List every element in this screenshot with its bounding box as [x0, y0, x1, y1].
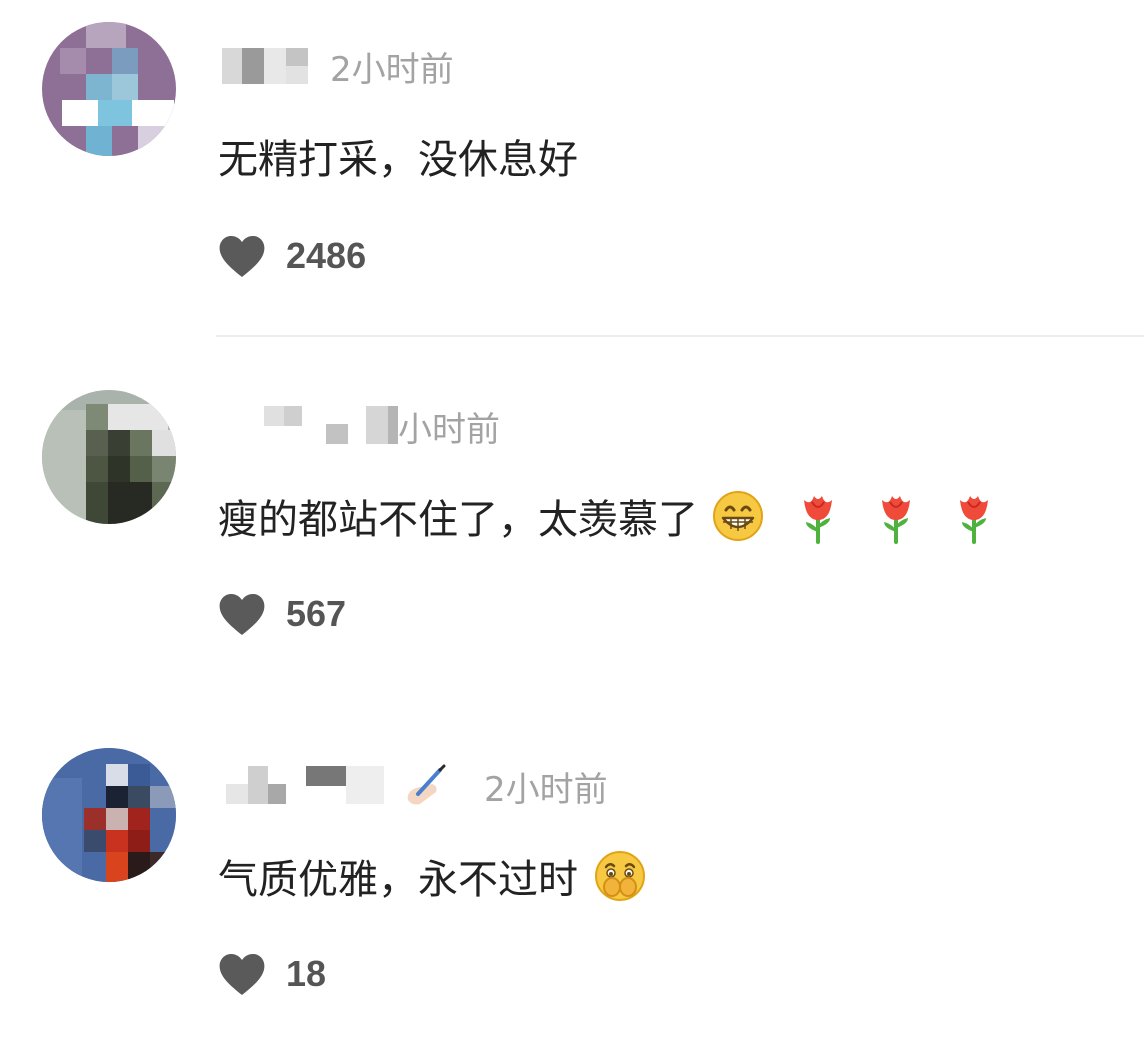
- covered-mouth-emoji: [595, 851, 645, 901]
- like-count: 2486: [286, 235, 367, 276]
- avatar[interactable]: [42, 390, 176, 524]
- like-button[interactable]: 18: [218, 950, 326, 998]
- comment-text-content: 瘦的都站不住了，太羡慕了: [218, 497, 698, 543]
- avatar[interactable]: [42, 748, 176, 882]
- comment-text: 气质优雅，永不过时: [218, 848, 648, 904]
- username[interactable]: [218, 404, 398, 448]
- grin-emoji: [713, 491, 763, 541]
- heart-icon: [219, 954, 265, 995]
- comment-text: 瘦的都站不住了，太羡慕了: [218, 488, 1000, 544]
- comment-time: 2小时前: [484, 769, 608, 810]
- rose-emoji: [960, 496, 988, 544]
- comment-time: 2小时前: [330, 49, 454, 90]
- comment-meta: 小时前: [218, 404, 500, 450]
- comment-meta: 2小时前: [218, 764, 608, 810]
- rose-emoji: [804, 496, 832, 544]
- writing-hand-icon: [407, 764, 446, 805]
- heart-icon: [219, 236, 265, 277]
- like-button[interactable]: 2486: [218, 232, 366, 280]
- username[interactable]: [218, 44, 322, 88]
- rose-emoji: [882, 496, 910, 544]
- comment-meta: 2小时前: [218, 44, 454, 90]
- username[interactable]: [218, 764, 388, 808]
- like-count: 567: [286, 593, 347, 634]
- like-button[interactable]: 567: [218, 590, 346, 638]
- avatar[interactable]: [42, 22, 176, 156]
- like-count: 18: [286, 953, 327, 994]
- comment-time: 小时前: [398, 409, 500, 450]
- comment-text-content: 无精打采，没休息好: [218, 137, 578, 183]
- comment-text: 无精打采，没休息好: [218, 130, 578, 183]
- heart-icon: [219, 594, 265, 635]
- comment-divider: [216, 335, 1144, 337]
- comment-text-content: 气质优雅，永不过时: [218, 857, 578, 903]
